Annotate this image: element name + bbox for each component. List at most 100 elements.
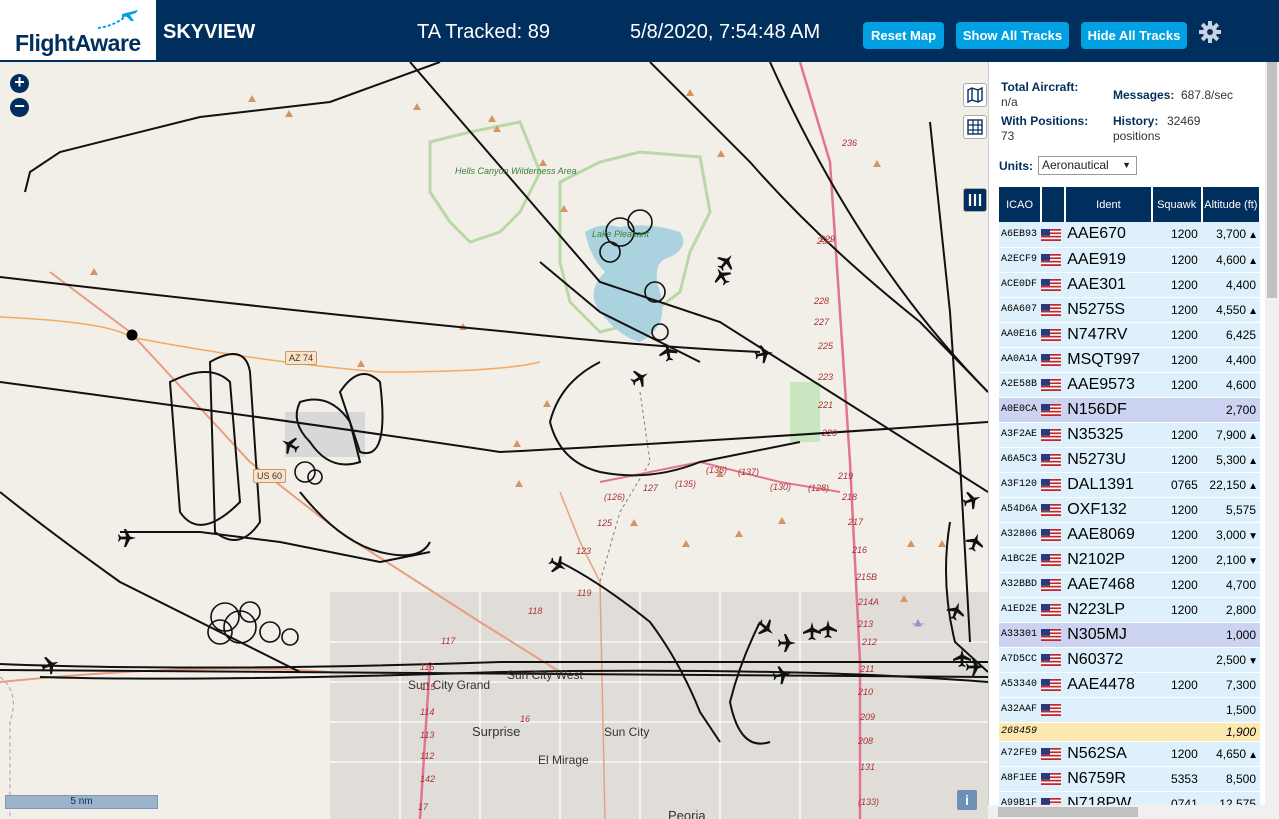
logo-text: FlightAware [15,30,141,56]
route-number-label: 219 [838,471,854,481]
cell-flag [1041,741,1066,767]
cell-flag [1041,597,1066,623]
us-flag-icon [1041,629,1062,642]
messages-label: Messages: [1113,88,1175,102]
table-row[interactable]: A1ED2E N223LP 1200 2,800 [999,597,1260,623]
column-header-squawk[interactable]: Squawk [1151,187,1203,222]
gear-icon[interactable] [1198,20,1222,44]
cell-icao: A32AAF [999,697,1042,723]
cell-squawk: 1200 [1151,322,1202,348]
cell-squawk: 1200 [1151,347,1202,373]
scrollbar-thumb[interactable] [1267,62,1277,298]
route-number-label: (126) [604,492,626,502]
flightaware-logo[interactable]: FlightAware [0,0,156,62]
altitude-value: 2,800 [1225,602,1256,617]
hide-all-tracks-button[interactable]: Hide All Tracks [1081,22,1187,49]
scrollbar-thumb[interactable] [998,807,1138,817]
cell-ident: N562SA [1065,741,1152,767]
table-header-row: ICAO Ident Squawk Altitude (ft) [999,187,1262,222]
table-row[interactable]: A72FE9 N562SA 1200 4,650 ▲ [999,741,1260,767]
cell-squawk: 1200 [1151,222,1202,248]
altitude-value: 5,300 [1216,452,1247,467]
clock: 5/8/2020, 7:54:48 AM [630,21,821,43]
table-row[interactable]: A8F1EE N6759R 5353 8,500 [999,766,1260,792]
show-all-tracks-button[interactable]: Show All Tracks [956,22,1069,49]
info-button[interactable]: i [957,790,977,810]
map-layers-button[interactable] [963,83,987,107]
cell-flag [1041,547,1066,573]
cell-altitude: 3,000 ▼ [1201,522,1260,548]
cell-ident: AAE670 [1065,222,1152,248]
cell-icao: ACE0DF [999,272,1042,298]
table-row[interactable]: A6A607 N5275S 1200 4,550 ▲ [999,297,1260,323]
table-row[interactable]: A32806 AAE8069 1200 3,000 ▼ [999,522,1260,548]
table-row[interactable]: AA0E16 N747RV 1200 6,425 [999,322,1260,348]
column-header-altitude[interactable]: Altitude (ft) [1201,187,1262,222]
cell-icao: A2E58B [999,372,1042,398]
horizontal-scrollbar[interactable] [988,805,1279,819]
altitude-trend-icon: ▲ [1248,305,1258,317]
table-row[interactable]: A1BC2E N2102P 1200 2,100 ▼ [999,547,1260,573]
table-row[interactable]: A33301 N305MJ 1,000 [999,622,1260,648]
cell-ident: N6759R [1065,766,1152,792]
column-header-ident[interactable]: Ident [1065,187,1153,222]
grid-icon [967,119,983,135]
route-number-label: (128) [808,483,830,493]
cell-ident: N223LP [1065,597,1152,623]
route-number-label: 208 [858,736,874,746]
table-row[interactable]: A2ECF9 AAE919 1200 4,600 ▲ [999,247,1260,273]
route-number-label: 223 [818,372,834,382]
table-row[interactable]: 268459 1,900 [999,722,1260,742]
route-number-label: (136) [706,465,728,475]
table-row[interactable]: A2E58B AAE9573 1200 4,600 [999,372,1260,398]
us-flag-icon [1041,773,1062,786]
zoom-in-button[interactable]: + [10,73,29,93]
table-row[interactable]: A54D6A OXF132 1200 5,575 [999,497,1260,523]
cell-ident: AAE9573 [1065,372,1152,398]
cell-flag [1041,222,1066,248]
cell-altitude: 6,425 [1201,322,1260,348]
table-row[interactable]: A6A5C3 N5273U 1200 5,300 ▲ [999,447,1260,473]
altitude-trend-icon: ▼ [1248,555,1258,567]
reset-map-button[interactable]: Reset Map [863,22,944,49]
table-row[interactable]: A6EB93 AAE670 1200 3,700 ▲ [999,222,1260,248]
units-select[interactable]: Aeronautical ▼ [1038,156,1137,175]
table-row[interactable]: A7D5CC N60372 2,500 ▼ [999,647,1260,673]
cell-altitude: 4,700 [1201,572,1260,598]
cell-squawk: 1200 [1151,741,1202,767]
altitude-value: 4,650 [1216,746,1247,761]
table-row[interactable]: A32BBD AAE7468 1200 4,700 [999,572,1260,598]
cell-squawk: 5353 [1151,766,1202,792]
cell-icao: A6A607 [999,297,1042,323]
table-row[interactable]: A3F120 DAL1391 0765 22,150 ▲ [999,472,1260,498]
us-flag-icon [1041,604,1062,617]
history-label: History: [1113,114,1159,128]
table-row[interactable]: A0E0CA N156DF 2,700 [999,397,1260,423]
history-unit: positions [1113,129,1161,143]
column-toggle-button[interactable] [963,188,987,212]
route-number-label: 142 [420,774,436,784]
grid-toggle-button[interactable] [963,115,987,139]
altitude-value: 7,900 [1216,427,1247,442]
cell-icao: A33301 [999,622,1042,648]
cell-flag [1041,297,1066,323]
column-header-icao[interactable]: ICAO [999,187,1043,222]
table-row[interactable]: A32AAF 1,500 [999,697,1260,723]
table-row[interactable]: ACE0DF AAE301 1200 4,400 [999,272,1260,298]
history-value: 32469 [1167,114,1201,128]
route-number-label: 131 [860,762,876,772]
table-row[interactable]: A3F2AE N35325 1200 7,900 ▲ [999,422,1260,448]
us-flag-icon [1041,229,1062,242]
place-label: Hells Canyon Wilderness Area [455,166,577,176]
cell-icao: A32BBD [999,572,1042,598]
zoom-out-button[interactable]: − [10,97,29,117]
cell-ident: AAE7468 [1065,572,1152,598]
table-row[interactable]: AA0A1A MSQT997 1200 4,400 [999,347,1260,373]
column-header-flag[interactable] [1041,187,1067,222]
panel-scrollbar[interactable] [1265,62,1279,819]
cell-squawk: 1200 [1151,522,1202,548]
route-number-label: 215B [856,572,878,582]
map-view[interactable]: Hells Canyon Wilderness Area Lake Pleasa… [0,62,988,819]
top-bar: FlightAware SKYVIEW TA Tracked: 89 5/8/2… [0,0,1279,62]
table-row[interactable]: A53340 AAE4478 1200 7,300 [999,672,1260,698]
